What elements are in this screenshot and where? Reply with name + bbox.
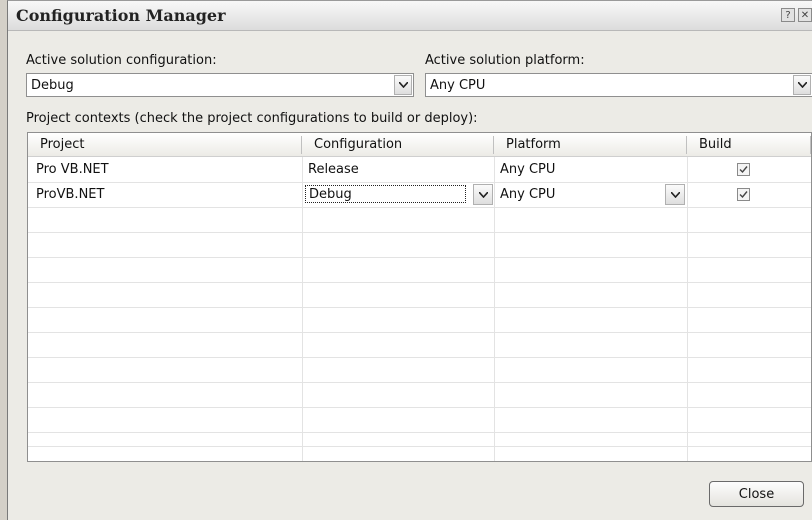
close-icon[interactable]: ✕	[798, 8, 812, 22]
active-platform-dropdown[interactable]: Any CPU	[425, 73, 812, 97]
close-button-label: Close	[738, 487, 775, 502]
configuration-manager-dialog: Configuration Manager ? ✕ Active solutio…	[7, 0, 812, 520]
row-divider	[28, 257, 811, 258]
project-cell: ProVB.NET	[36, 187, 105, 202]
chevron-down-icon[interactable]	[665, 184, 685, 205]
dialog-title: Configuration Manager	[16, 6, 226, 25]
active-config-label: Active solution configuration:	[26, 53, 217, 68]
row-divider	[28, 432, 811, 433]
row-divider	[28, 207, 811, 208]
platform-dropdown[interactable]: Any CPU	[495, 183, 686, 207]
column-header-project[interactable]: Project	[28, 133, 302, 157]
configuration-cell[interactable]: Release	[308, 162, 359, 177]
active-config-value: Debug	[31, 78, 74, 93]
row-divider	[28, 382, 811, 383]
column-header-configuration[interactable]: Configuration	[302, 133, 494, 157]
chevron-down-icon[interactable]	[473, 184, 493, 205]
configuration-value: Debug	[309, 187, 352, 202]
column-header-build[interactable]: Build	[687, 133, 811, 157]
build-checkbox[interactable]	[737, 188, 750, 201]
row-divider	[28, 332, 811, 333]
project-contexts-grid: Project Configuration Platform Build Pro…	[27, 132, 812, 462]
platform-cell[interactable]: Any CPU	[500, 162, 555, 177]
close-button[interactable]: Close	[709, 481, 804, 507]
project-contexts-label: Project contexts (check the project conf…	[26, 111, 478, 126]
column-divider	[687, 157, 688, 461]
row-divider	[28, 232, 811, 233]
title-bar: Configuration Manager ? ✕	[8, 1, 812, 31]
active-platform-value: Any CPU	[430, 78, 486, 93]
configuration-dropdown[interactable]: Debug	[303, 183, 494, 207]
row-divider	[28, 357, 811, 358]
row-divider	[28, 307, 811, 308]
build-checkbox[interactable]	[737, 163, 750, 176]
chevron-down-icon[interactable]	[394, 75, 412, 95]
row-divider	[28, 446, 811, 447]
help-button[interactable]: ?	[781, 8, 795, 22]
row-divider	[28, 282, 811, 283]
project-cell: Pro VB.NET	[36, 162, 109, 177]
chevron-down-icon[interactable]	[793, 75, 811, 95]
row-divider	[28, 407, 811, 408]
column-header-platform[interactable]: Platform	[494, 133, 687, 157]
active-platform-label: Active solution platform:	[425, 53, 585, 68]
platform-value: Any CPU	[500, 187, 556, 202]
active-config-dropdown[interactable]: Debug	[26, 73, 414, 97]
